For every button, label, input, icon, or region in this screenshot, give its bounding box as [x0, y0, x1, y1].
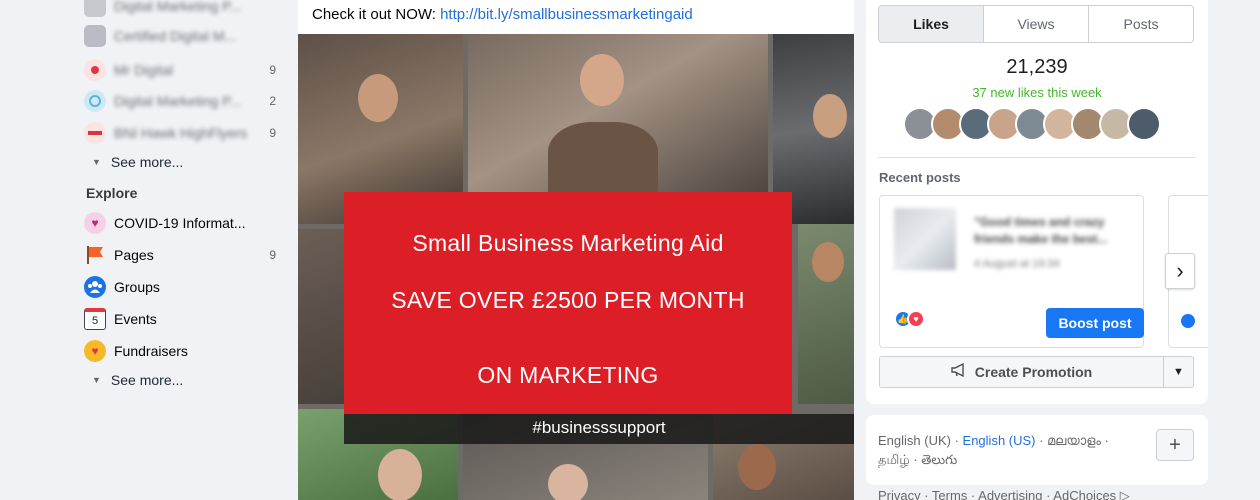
footer-links[interactable]: Privacy · Terms · Advertising · AdChoice… — [878, 488, 1130, 500]
sidebar-item-groups[interactable]: Groups — [84, 273, 284, 301]
sidebar-item-label: Pages — [114, 247, 154, 263]
flag-icon — [84, 244, 106, 266]
chevron-right-icon[interactable]: › — [1165, 253, 1195, 289]
boost-post-button[interactable]: Boost post — [1046, 308, 1144, 338]
sidebar-item-label: Groups — [114, 279, 160, 295]
groups-icon — [84, 276, 106, 298]
chevron-down-icon: ▼ — [92, 157, 101, 167]
post-text-prefix: Check it out NOW: — [312, 6, 441, 23]
post-thumbnail — [894, 208, 956, 270]
like-reaction-icon — [1181, 314, 1195, 328]
banner-subtitle-2: ON MARKETING — [477, 362, 659, 388]
see-more-shortcuts[interactable]: ▼ See more... — [92, 154, 183, 170]
recent-post-date: 4 August at 19:34 — [974, 258, 1060, 270]
explore-title: Explore — [86, 185, 138, 201]
recent-post-text: "Good times and crazy friends make the b… — [974, 215, 1108, 246]
avatar[interactable] — [1127, 107, 1161, 141]
insights-tabs: Likes Views Posts — [878, 5, 1194, 43]
sidebar-item-covid[interactable]: ♥ COVID-19 Informat... — [84, 209, 284, 237]
recent-post-card[interactable]: "Good times and crazy friends make the b… — [879, 195, 1144, 348]
page-avatar-icon — [84, 122, 106, 144]
person-face — [580, 54, 624, 106]
chevron-down-icon: ▼ — [92, 375, 101, 385]
calendar-icon: 5 — [84, 308, 106, 330]
page-avatar-icon — [84, 0, 106, 17]
sidebar-item-fundraisers[interactable]: ♥ Fundraisers — [84, 337, 284, 365]
page-avatar-icon — [84, 59, 106, 81]
sidebar-item-events[interactable]: 5 Events — [84, 305, 284, 333]
unread-count: 9 — [269, 126, 276, 140]
left-sidebar: Digital Marketing P... Certified Digital… — [0, 0, 290, 500]
person-face — [378, 449, 422, 500]
shortcut-item[interactable]: Certified Digital M... — [84, 22, 284, 50]
post-text: Check it out NOW: http://bit.ly/smallbus… — [312, 6, 693, 23]
banner-title: Small Business Marketing Aid — [412, 230, 724, 256]
recent-posts-title: Recent posts — [879, 170, 961, 185]
photo-tile — [298, 229, 348, 404]
megaphone-icon — [951, 362, 967, 381]
post-image[interactable]: Small Business Marketing Aid SAVE OVER £… — [298, 34, 854, 500]
sidebar-item-pages[interactable]: Pages 9 — [84, 241, 284, 269]
see-more-label: See more... — [110, 154, 184, 170]
sidebar-item-label: Fundraisers — [114, 343, 188, 359]
create-promotion-button[interactable]: Create Promotion — [879, 356, 1164, 388]
person-face — [358, 74, 398, 122]
new-likes-text: 37 new likes this week — [972, 85, 1102, 100]
shortcut-label: BNI Hawk HighFlyers — [114, 125, 248, 141]
separator: · — [1035, 433, 1048, 448]
post-link[interactable]: http://bit.ly/smallbusinessmarketingaid — [440, 6, 693, 23]
page-avatar-icon — [84, 25, 106, 47]
fundraiser-icon: ♥ — [84, 340, 106, 362]
banner-subtitle: SAVE OVER £2500 PER MONTH — [391, 287, 745, 313]
see-more-explore[interactable]: ▼ See more... — [92, 372, 183, 388]
shortcut-item[interactable]: Digital Marketing P... 2 — [84, 87, 284, 115]
person-face — [738, 444, 776, 490]
separator: · — [909, 452, 922, 467]
language-list: English (UK) · English (US) · മലയാളം · த… — [878, 431, 1148, 469]
see-more-label: See more... — [110, 372, 184, 388]
tab-posts[interactable]: Posts — [1089, 6, 1193, 42]
promo-banner: Small Business Marketing Aid SAVE OVER £… — [344, 192, 792, 414]
unread-count: 9 — [269, 63, 276, 77]
separator: · — [1100, 433, 1109, 448]
person-face — [548, 464, 588, 500]
current-language: English (UK) — [878, 433, 951, 448]
shortcut-item[interactable]: BNI Hawk HighFlyers 9 — [84, 119, 284, 147]
unread-count: 9 — [269, 248, 276, 262]
language-link[interactable]: తెలుగు — [921, 452, 957, 467]
page-avatar-icon — [84, 90, 106, 112]
sidebar-item-label: COVID-19 Informat... — [114, 215, 246, 231]
love-reaction-icon: ♥ — [907, 310, 925, 328]
language-link[interactable]: മലയാളം — [1047, 433, 1101, 448]
promotion-dropdown[interactable]: ▼ — [1164, 356, 1194, 388]
reaction-icons: 👍 ♥ — [894, 310, 925, 328]
hashtag-strip: #businesssupport — [344, 414, 854, 444]
page-insights-panel: Likes Views Posts 21,239 37 new likes th… — [866, 0, 1208, 404]
create-promotion-label: Create Promotion — [974, 364, 1093, 380]
add-language-button[interactable]: + — [1156, 429, 1194, 461]
shortcut-label: Digital Marketing P... — [114, 93, 242, 109]
shortcut-item[interactable]: Digital Marketing P... — [84, 0, 284, 20]
tab-likes[interactable]: Likes — [879, 6, 984, 42]
feed-post: Check it out NOW: http://bit.ly/smallbus… — [298, 0, 854, 500]
shortcut-label: Digital Marketing P... — [114, 0, 242, 14]
person-shirt — [548, 122, 658, 197]
separator: · — [950, 433, 963, 448]
sidebar-item-label: Events — [114, 311, 157, 327]
person-face — [812, 242, 844, 282]
tab-views[interactable]: Views — [984, 6, 1089, 42]
unread-count: 2 — [269, 94, 276, 108]
shortcut-item[interactable]: Mr Digital 9 — [84, 56, 284, 84]
shortcut-label: Mr Digital — [114, 62, 174, 78]
language-link[interactable]: தமிழ் — [878, 452, 910, 467]
recent-likers — [903, 107, 1161, 143]
language-panel: English (UK) · English (US) · മലയാളം · த… — [866, 415, 1208, 485]
shortcut-label: Certified Digital M... — [114, 28, 237, 44]
language-link[interactable]: English (US) — [963, 433, 1036, 448]
heart-shield-icon: ♥ — [84, 212, 106, 234]
likes-count: 21,239 — [1006, 56, 1068, 78]
divider — [878, 157, 1196, 158]
person-face — [813, 94, 847, 138]
caret-down-icon: ▼ — [1173, 366, 1184, 378]
